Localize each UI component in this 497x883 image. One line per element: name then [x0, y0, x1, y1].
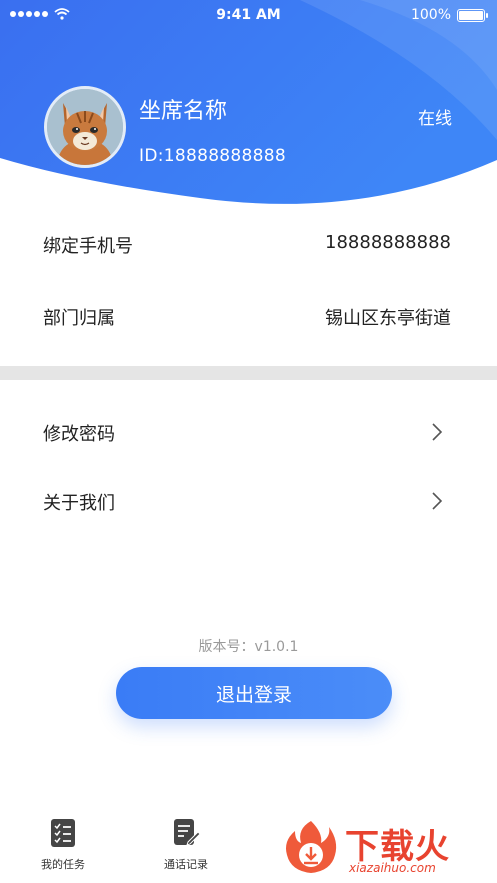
tab-call-records[interactable]: 通话记录	[146, 818, 226, 872]
logout-button[interactable]: 退出登录	[116, 667, 392, 719]
department-label: 部门归属	[43, 308, 115, 329]
task-list-icon	[51, 819, 75, 847]
battery-icon	[457, 8, 488, 22]
chevron-right-icon	[432, 492, 443, 510]
battery-percent: 100%	[410, 7, 451, 23]
department-row: 部门归属 锡山区东亭街道	[0, 286, 497, 346]
change-password-label: 修改密码	[43, 424, 115, 445]
avatar[interactable]	[44, 86, 126, 168]
tab-my-tasks-label: 我的任务	[41, 858, 85, 871]
battery-indicator: 100%	[410, 7, 488, 23]
call-record-icon	[174, 819, 201, 846]
agent-id: ID:18888888888	[139, 146, 287, 166]
about-us-label: 关于我们	[43, 493, 115, 514]
about-us-row[interactable]: 关于我们	[0, 471, 497, 531]
chevron-right-icon	[432, 423, 443, 441]
bound-phone-row: 绑定手机号 18888888888	[0, 214, 497, 274]
tab-my-tasks[interactable]: 我的任务	[23, 818, 103, 872]
department-value: 锡山区东亭街道	[325, 308, 451, 329]
section-divider	[0, 366, 497, 380]
cat-avatar-icon	[47, 89, 123, 165]
agent-name: 坐席名称	[139, 99, 228, 124]
online-status: 在线	[418, 109, 452, 129]
change-password-row[interactable]: 修改密码	[0, 402, 497, 462]
watermark-subtitle: xiazaihuo.com	[349, 861, 436, 875]
version-label: 版本号：v1.0.1	[198, 639, 299, 655]
flame-logo-icon	[286, 821, 337, 873]
bound-phone-value: 18888888888	[325, 232, 451, 253]
status-bar: 9:41 AM 100%	[0, 0, 497, 32]
bound-phone-label: 绑定手机号	[43, 236, 133, 257]
tab-call-records-label: 通话记录	[164, 858, 208, 871]
watermark-logo: 下载火 xiazaihuo.com	[281, 815, 491, 879]
